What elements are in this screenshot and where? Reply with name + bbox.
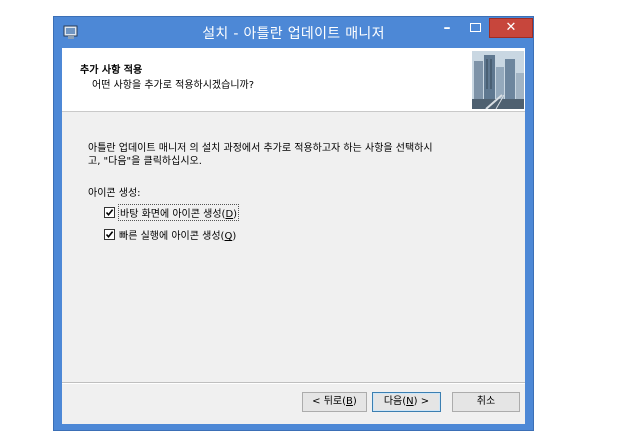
maximize-icon — [469, 23, 481, 32]
instructions-line-1: 아틀란 업데이트 매니저 의 설치 과정에서 추가로 적용하고자 하는 사항을 … — [88, 143, 433, 154]
title-bar[interactable]: 설치 - 아틀란 업데이트 매니저 – ✕ — [54, 17, 533, 48]
option-desktop-icon[interactable]: 바탕 화면에 아이콘 생성(D) — [104, 204, 240, 221]
option-quicklaunch-icon[interactable]: 빠른 실행에 아이콘 생성(Q) — [104, 227, 236, 242]
quicklaunch-icon-label[interactable]: 빠른 실행에 아이콘 생성(Q) — [119, 227, 236, 242]
setup-window: 설치 - 아틀란 업데이트 매니저 – ✕ 추가 사항 적용 어떤 사항을 추가… — [53, 16, 534, 431]
minimize-button[interactable]: – — [434, 18, 460, 38]
icon-group-label: 아이콘 생성: — [88, 188, 141, 199]
maximize-button[interactable] — [462, 18, 488, 38]
next-button[interactable]: 다음(N) > — [372, 392, 441, 412]
quicklaunch-icon-checkbox[interactable] — [104, 229, 115, 240]
desktop-icon-label[interactable]: 바탕 화면에 아이콘 생성(D) — [117, 204, 240, 221]
check-icon — [105, 209, 114, 217]
instructions-line-2: 고, "다음"을 클릭하십시오. — [88, 156, 202, 167]
city-banner-image — [472, 51, 524, 109]
wizard-header: 추가 사항 적용 어떤 사항을 추가로 적용하시겠습니까? — [62, 48, 525, 112]
page-subtitle: 어떤 사항을 추가로 적용하시겠습니까? — [92, 80, 255, 91]
button-separator — [62, 382, 525, 384]
dialog-client-area: 추가 사항 적용 어떤 사항을 추가로 적용하시겠습니까? 아틀란 업데이트 매… — [62, 48, 525, 424]
back-button[interactable]: < 뒤로(B) — [302, 392, 367, 412]
instructions-text: 아틀란 업데이트 매니저 의 설치 과정에서 추가로 적용하고자 하는 사항을 … — [88, 142, 508, 168]
cancel-button[interactable]: 취소 — [452, 392, 520, 412]
desktop-icon-checkbox[interactable] — [104, 207, 115, 218]
page-title: 추가 사항 적용 — [80, 65, 143, 76]
check-icon — [105, 231, 114, 239]
close-button[interactable]: ✕ — [489, 18, 533, 38]
